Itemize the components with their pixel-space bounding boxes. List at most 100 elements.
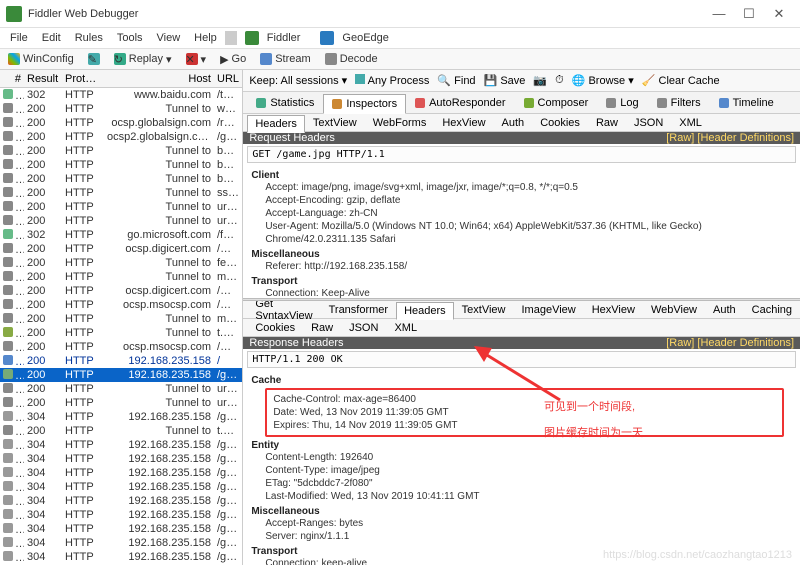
menu-view[interactable]: View <box>151 30 187 46</box>
session-row[interactable]: 12200HTTPTunnel tobaidu.com:443 <box>0 172 242 186</box>
session-row[interactable]: 20200HTTPocsp.digicert.com/MFEwTzBNMEswS… <box>0 284 242 298</box>
session-row[interactable]: 38304HTTP192.168.235.158/game.jpg <box>0 536 242 550</box>
remove-button[interactable]: ✕ ▾ <box>182 52 211 67</box>
clearcache-button[interactable]: 🧹 Clear Cache <box>642 74 720 87</box>
col-url[interactable]: URL <box>214 73 242 85</box>
col-host[interactable]: Host <box>104 73 214 85</box>
request-raw-links[interactable]: [Raw] [Header Definitions] <box>666 132 794 144</box>
find-button[interactable]: 🔍 Find <box>437 74 475 87</box>
session-row[interactable]: 25200HTTP192.168.235.158/ <box>0 354 242 368</box>
session-row[interactable]: 11200HTTPTunnel tobaidu.com:443 <box>0 158 242 172</box>
tab-textview[interactable]: TextView <box>454 301 514 319</box>
tab-filters[interactable]: Filters <box>648 93 710 113</box>
tab-auth[interactable]: Auth <box>494 114 533 132</box>
session-row[interactable]: 15200HTTPTunnel tours.microsoft.com:443 <box>0 214 242 228</box>
session-row[interactable]: 17200HTTPocsp.digicert.com/MFEwTzBNMEswS… <box>0 242 242 256</box>
session-row[interactable]: 32304HTTP192.168.235.158/game.jpg <box>0 452 242 466</box>
screenshot-icon[interactable]: 📷 <box>533 74 547 87</box>
session-row[interactable]: 21200HTTPocsp.msocsp.com/MFQwUjBQME4wTDA <box>0 298 242 312</box>
tab-imageview[interactable]: ImageView <box>514 301 584 319</box>
session-row[interactable]: 24200HTTPocsp.msocsp.com/MFQwUjBQME4wTDA <box>0 340 242 354</box>
replay-button[interactable]: ↻Replay ▾ <box>110 52 176 67</box>
session-row[interactable]: 23200HTTPTunnel tot.urs.microsoft.com:44 <box>0 326 242 340</box>
tab-raw[interactable]: Raw <box>303 319 341 337</box>
tab-raw[interactable]: Raw <box>588 114 626 132</box>
tab-headers[interactable]: Headers <box>247 115 305 133</box>
session-row[interactable]: 37304HTTP192.168.235.158/game.jpg <box>0 522 242 536</box>
stream-button[interactable]: Stream <box>256 52 314 66</box>
session-row[interactable]: 36304HTTP192.168.235.158/game.jpg <box>0 508 242 522</box>
sessions-rows[interactable]: 6302HTTPwww.baidu.com/tn=80035161_1_dg72… <box>0 88 242 565</box>
comment-button[interactable]: ✎ <box>84 52 104 66</box>
tab-auth[interactable]: Auth <box>705 301 744 319</box>
tab-xml[interactable]: XML <box>386 319 425 337</box>
session-row[interactable]: 6302HTTPwww.baidu.com/tn=80035161_1_dg <box>0 88 242 102</box>
menu-help[interactable]: Help <box>188 30 223 46</box>
tab-textview[interactable]: TextView <box>305 114 365 132</box>
window-title: Fiddler Web Debugger <box>28 8 704 20</box>
tab-json[interactable]: JSON <box>626 114 671 132</box>
session-row[interactable]: 27200HTTPTunnel tours.microsoft.com:443 <box>0 382 242 396</box>
col-num[interactable]: # <box>0 73 24 85</box>
session-row[interactable]: 7200HTTPTunnel towww.baidu.com:443 <box>0 102 242 116</box>
timer-icon[interactable]: ⏱ <box>555 74 564 87</box>
session-row[interactable]: 10200HTTPTunnel tobaidu.com:443 <box>0 144 242 158</box>
session-row[interactable]: 33304HTTP192.168.235.158/game.jpg <box>0 466 242 480</box>
maximize-button[interactable]: ☐ <box>734 6 764 22</box>
session-row[interactable]: 8200HTTPocsp.globalsign.com/rootr1/MEwwS… <box>0 116 242 130</box>
session-row[interactable]: 26200HTTP192.168.235.158/game.jpg <box>0 368 242 382</box>
menu-rules[interactable]: Rules <box>69 30 109 46</box>
browse-button[interactable]: 🌐 Browse ▾ <box>572 74 634 87</box>
menu-geoedge[interactable]: GeoEdge <box>314 29 400 47</box>
session-row[interactable]: 34304HTTP192.168.235.158/game.jpg <box>0 480 242 494</box>
close-button[interactable]: ✕ <box>764 6 794 22</box>
session-row[interactable]: 31304HTTP192.168.235.158/game.jpg <box>0 438 242 452</box>
tab-hexview[interactable]: HexView <box>584 301 643 319</box>
menu-tools[interactable]: Tools <box>111 30 149 46</box>
session-row[interactable]: 39304HTTP192.168.235.158/game.jpg <box>0 550 242 564</box>
col-result[interactable]: Result <box>24 73 62 85</box>
session-row[interactable]: 16302HTTPgo.microsoft.com/fwlink/?LinkId… <box>0 228 242 242</box>
tab-timeline[interactable]: Timeline <box>710 93 783 113</box>
session-row[interactable]: 29304HTTP192.168.235.158/game.jpg <box>0 410 242 424</box>
go-button[interactable]: ▶ Go <box>216 52 250 67</box>
minimize-button[interactable]: — <box>704 6 734 21</box>
response-status-line: HTTP/1.1 200 OK <box>247 351 796 368</box>
response-raw-links[interactable]: [Raw] [Header Definitions] <box>666 337 794 349</box>
request-pane: HeadersTextViewWebFormsHexViewAuthCookie… <box>243 114 800 298</box>
session-row[interactable]: 28200HTTPTunnel tours.microsoft.com:443 <box>0 396 242 410</box>
menu-file[interactable]: File <box>4 30 34 46</box>
tab-cookies[interactable]: Cookies <box>247 319 303 337</box>
session-row[interactable]: 22200HTTPTunnel tomicrosoftedgetips.mic <box>0 312 242 326</box>
session-row[interactable]: 35304HTTP192.168.235.158/game.jpg <box>0 494 242 508</box>
decode-button[interactable]: Decode <box>321 52 382 66</box>
tab-xml[interactable]: XML <box>671 114 710 132</box>
session-row[interactable]: 13200HTTPTunnel toss1.bdstatic.com:443 <box>0 186 242 200</box>
tab-autoresponder[interactable]: AutoResponder <box>406 93 514 113</box>
keep-dropdown[interactable]: Keep: All sessions ▾ <box>249 74 347 87</box>
session-row[interactable]: 19200HTTPTunnel tomicrosoftedgewelcome <box>0 270 242 284</box>
session-row[interactable]: 9200HTTPocsp2.globalsign.com/gsorganizat… <box>0 130 242 144</box>
tab-hexview[interactable]: HexView <box>434 114 493 132</box>
tab-cookies[interactable]: Cookies <box>532 114 588 132</box>
tab-inspectors[interactable]: Inspectors <box>323 94 406 114</box>
tab-headers[interactable]: Headers <box>396 302 454 320</box>
tab-statistics[interactable]: Statistics <box>247 93 323 113</box>
tab-caching[interactable]: Caching <box>744 301 800 319</box>
response-view-tabs-2: CookiesRawJSONXML <box>243 319 800 337</box>
winconfig-button[interactable]: WinConfig <box>4 52 78 66</box>
session-row[interactable]: 14200HTTPTunnel tours.microsoft.com:443 <box>0 200 242 214</box>
tab-composer[interactable]: Composer <box>515 93 598 113</box>
tab-json[interactable]: JSON <box>341 319 386 337</box>
menu-edit[interactable]: Edit <box>36 30 67 46</box>
tab-log[interactable]: Log <box>597 93 647 113</box>
tab-webview[interactable]: WebView <box>643 301 705 319</box>
anyprocess-button[interactable]: Any Process <box>355 74 429 87</box>
tab-webforms[interactable]: WebForms <box>365 114 435 132</box>
col-protocol[interactable]: Protocol <box>62 73 104 85</box>
tab-transformer[interactable]: Transformer <box>321 301 397 319</box>
menu-fiddler[interactable]: Fiddler <box>239 29 313 47</box>
save-button[interactable]: 💾 Save <box>484 74 526 87</box>
session-row[interactable]: 30200HTTPTunnel tot.urs.microsoft.com:44 <box>0 424 242 438</box>
session-row[interactable]: 18200HTTPTunnel tofe2.update.microsoft.c <box>0 256 242 270</box>
